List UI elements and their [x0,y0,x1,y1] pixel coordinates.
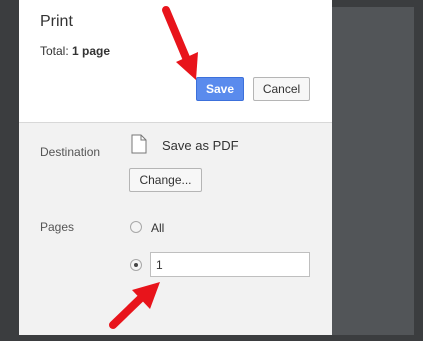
arrow-to-save-icon [162,6,198,80]
annotation-arrows [109,6,198,329]
arrow-to-pages-input-icon [109,282,160,329]
print-dialog-window: Print Total: 1 page Save Cancel Destinat… [0,0,423,341]
